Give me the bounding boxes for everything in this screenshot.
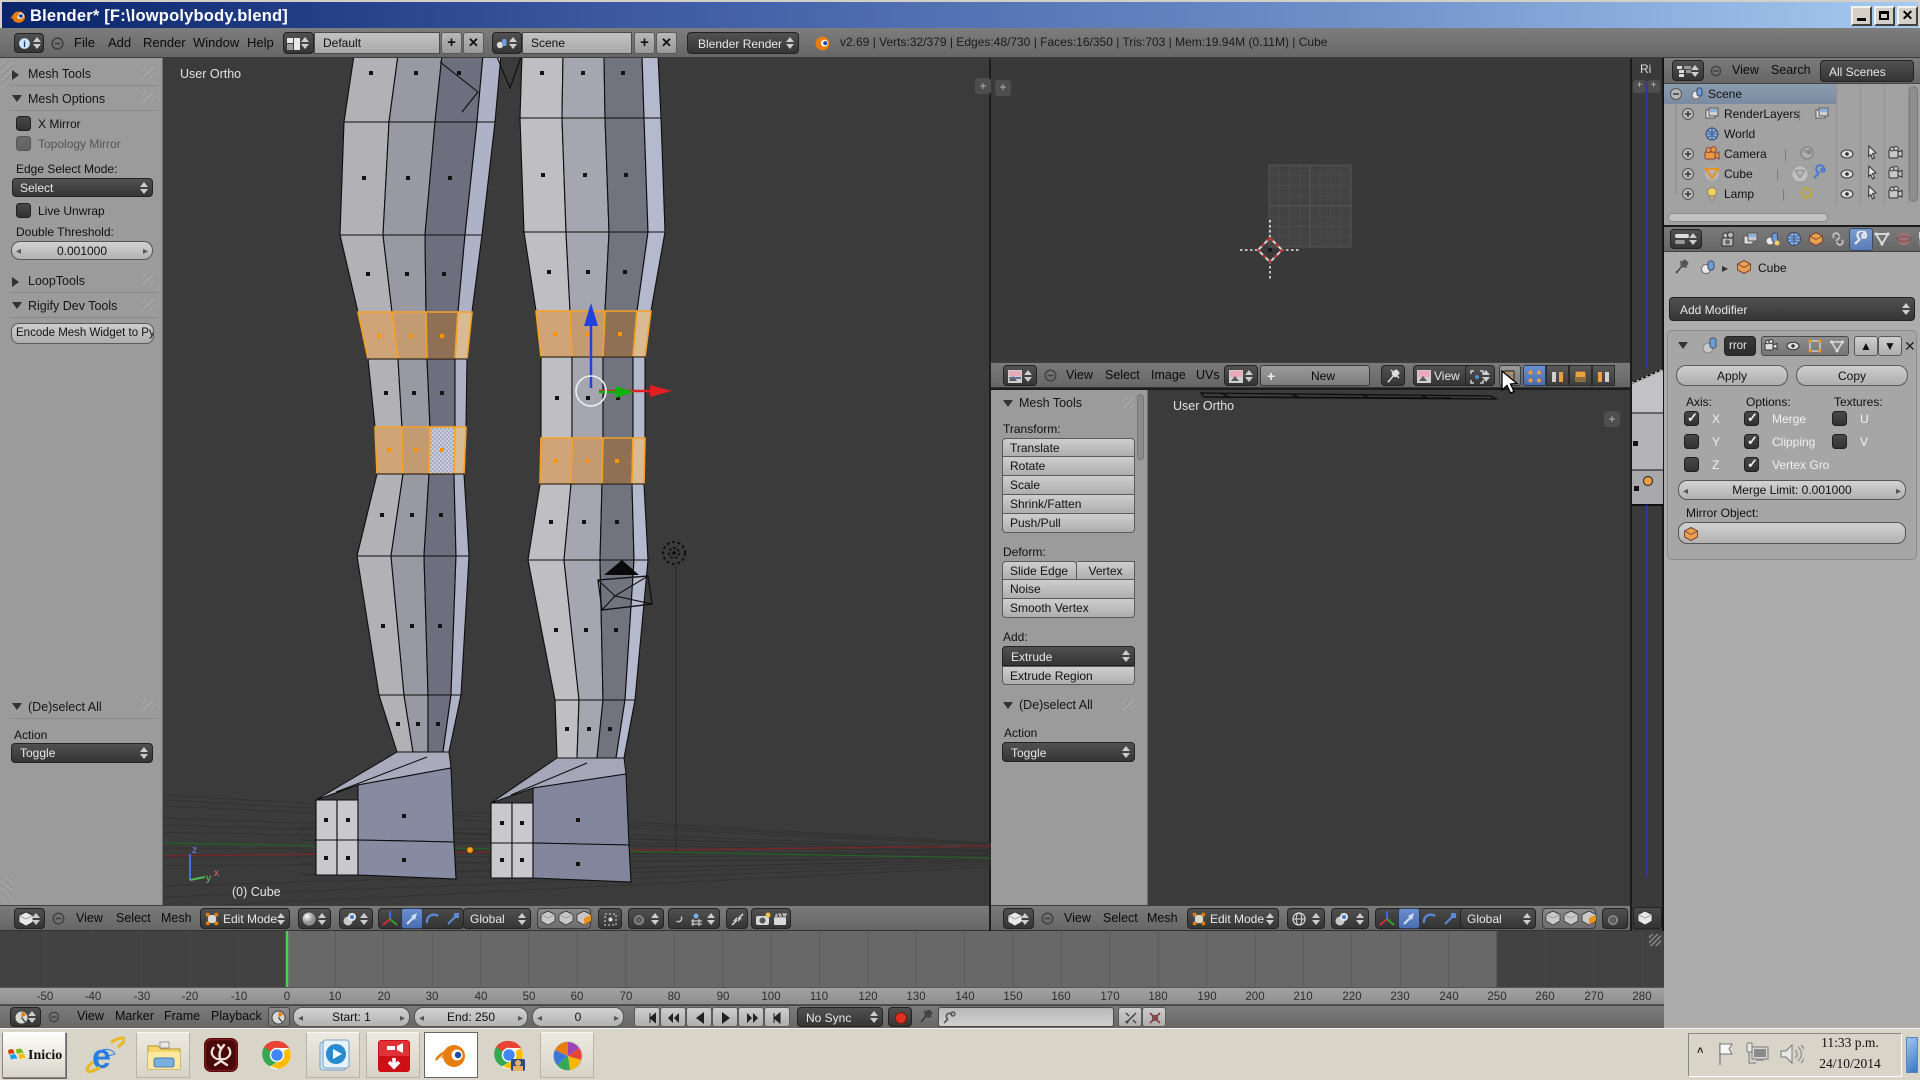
svg-text:70: 70 (620, 991, 633, 1003)
svg-text:90: 90 (717, 991, 730, 1003)
svg-text:(0) Cube: (0) Cube (232, 885, 281, 899)
svg-text:80: 80 (668, 991, 681, 1003)
svg-text:+: + (1608, 412, 1615, 426)
svg-text:170: 170 (1100, 991, 1119, 1003)
svg-text:-10: -10 (231, 991, 248, 1003)
svg-text:-20: -20 (182, 991, 199, 1003)
svg-text:240: 240 (1439, 991, 1458, 1003)
svg-text:-40: -40 (85, 991, 102, 1003)
svg-text:z: z (192, 845, 197, 856)
svg-text:230: 230 (1390, 991, 1409, 1003)
svg-text:+: + (979, 79, 986, 93)
svg-text:20: 20 (378, 991, 391, 1003)
svg-text:100: 100 (761, 991, 780, 1003)
svg-text:-50: -50 (37, 991, 54, 1003)
svg-text:210: 210 (1293, 991, 1312, 1003)
svg-text:y: y (206, 873, 211, 884)
svg-text:250: 250 (1487, 991, 1506, 1003)
svg-text:x: x (214, 868, 219, 879)
svg-text:220: 220 (1342, 991, 1361, 1003)
svg-text:50: 50 (523, 991, 536, 1003)
svg-text:60: 60 (571, 991, 584, 1003)
svg-text:-30: -30 (134, 991, 151, 1003)
svg-text:User Ortho: User Ortho (180, 67, 241, 81)
svg-text:140: 140 (955, 991, 974, 1003)
svg-text:260: 260 (1535, 991, 1554, 1003)
svg-text:190: 190 (1197, 991, 1216, 1003)
svg-text:10: 10 (329, 991, 342, 1003)
svg-text:110: 110 (810, 991, 828, 1003)
svg-text:280: 280 (1632, 991, 1651, 1003)
svg-text:160: 160 (1051, 991, 1070, 1003)
svg-text:30: 30 (426, 991, 439, 1003)
svg-text:0: 0 (284, 991, 290, 1003)
svg-text:270: 270 (1584, 991, 1603, 1003)
svg-text:180: 180 (1148, 991, 1167, 1003)
svg-text:150: 150 (1003, 991, 1022, 1003)
svg-text:200: 200 (1245, 991, 1264, 1003)
svg-text:130: 130 (906, 991, 925, 1003)
svg-text:i: i (23, 39, 26, 49)
svg-text:User Ortho: User Ortho (1173, 399, 1234, 413)
svg-text:120: 120 (858, 991, 877, 1003)
svg-text:40: 40 (475, 991, 488, 1003)
